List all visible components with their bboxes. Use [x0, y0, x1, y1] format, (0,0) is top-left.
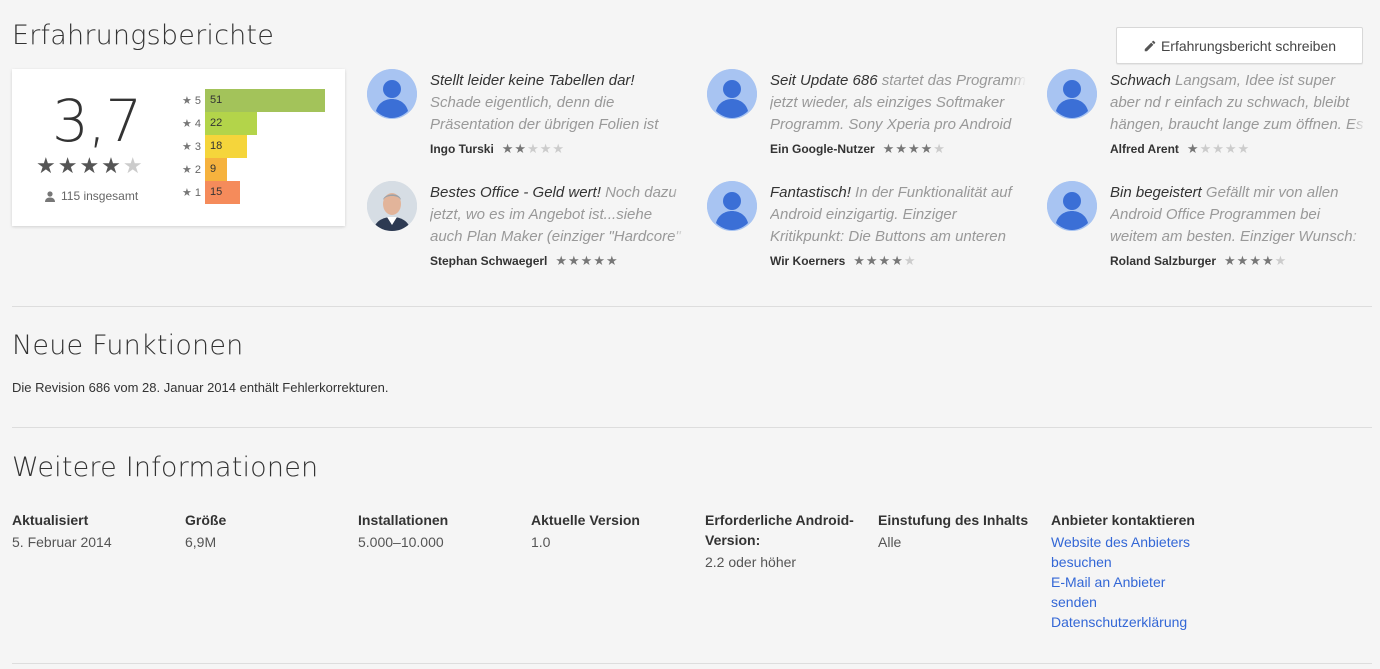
review-stars: ★★★★★ [1224, 253, 1288, 268]
default-avatar-icon [367, 69, 417, 119]
review-author: Ein Google-Nutzer ★★★★★ [770, 141, 946, 156]
info-installs: Installationen 5.000–10.000 [358, 512, 449, 550]
review-text: Bestes Office - Geld wert! Noch dazu jet… [430, 182, 686, 248]
write-review-label: Erfahrungsbericht schreiben [1160, 37, 1337, 54]
more-info-title: Weitere Informationen [12, 452, 319, 483]
histogram-row: ★ 3 18 [172, 135, 325, 158]
review-card[interactable]: Seit Update 686 startet das Programm jet… [707, 69, 1032, 169]
divider [12, 306, 1372, 307]
review-author: Alfred Arent ★★★★★ [1110, 141, 1251, 156]
review-stars: ★★★★★ [882, 141, 946, 156]
review-card[interactable]: Stellt leider keine Tabellen dar! Schade… [367, 69, 692, 169]
review-text: Fantastisch! In der Funktionalität auf A… [770, 182, 1026, 248]
review-card[interactable]: Schwach Langsam, Idee ist super aber nd … [1047, 69, 1372, 169]
review-stars: ★★★★★ [555, 253, 619, 268]
review-text: Bin begeistert Gefällt mir von allen And… [1110, 182, 1366, 248]
divider [12, 427, 1372, 428]
reviewer-photo [367, 181, 417, 231]
histogram-bar: 51 [205, 89, 325, 112]
review-text: Schwach Langsam, Idee ist super aber nd … [1110, 70, 1366, 136]
review-card[interactable]: Bestes Office - Geld wert! Noch dazu jet… [367, 181, 692, 281]
review-author: Roland Salzburger ★★★★★ [1110, 253, 1288, 268]
default-avatar-icon [1047, 69, 1097, 119]
info-content-rating: Einstufung des Inhalts Alle [878, 512, 1029, 550]
histogram-row: ★ 4 22 [172, 112, 325, 135]
review-author: Ingo Turski ★★★★★ [430, 141, 566, 156]
reviews-section-title: Erfahrungsberichte [12, 20, 275, 51]
review-title: Bin begeistert [1110, 184, 1202, 201]
histogram-bar: 9 [205, 158, 227, 181]
changelog-text: Die Revision 686 vom 28. Januar 2014 ent… [12, 380, 389, 395]
review-title: Stellt leider keine Tabellen dar! [430, 72, 635, 89]
review-author: Wir Koerners ★★★★★ [770, 253, 917, 268]
histogram-star-label: ★ 4 [181, 118, 201, 130]
total-ratings: 115 insgesamt [45, 189, 138, 203]
histogram-row: ★ 1 15 [172, 181, 325, 204]
default-avatar-icon [1047, 181, 1097, 231]
developer-website-link[interactable]: Website des Anbieters besuchen [1051, 532, 1201, 572]
review-stars: ★★★★★ [1186, 141, 1251, 156]
histogram-bar: 18 [205, 135, 247, 158]
rating-histogram: ★ 5 51 ★ 4 22 ★ 3 18 ★ 2 9 ★ 1 15 [172, 89, 325, 204]
histogram-star-label: ★ 1 [181, 187, 201, 199]
person-icon [45, 190, 55, 202]
review-author: Stephan Schwaegerl ★★★★★ [430, 253, 619, 268]
info-version: Aktuelle Version 1.0 [531, 512, 640, 550]
info-android-version: Erforderliche Android-Version: 2.2 oder … [705, 512, 854, 570]
review-title: Bestes Office - Geld wert! [430, 184, 601, 201]
review-title: Fantastisch! [770, 184, 851, 201]
default-avatar-icon [707, 69, 757, 119]
divider [12, 663, 1372, 664]
histogram-bar: 15 [205, 181, 240, 204]
review-body: Schade eigentlich, denn die Präsentation… [430, 94, 659, 133]
write-review-button[interactable]: Erfahrungsbericht schreiben [1116, 27, 1363, 64]
histogram-row: ★ 5 51 [172, 89, 325, 112]
review-card[interactable]: Fantastisch! In der Funktionalität auf A… [707, 181, 1032, 281]
privacy-policy-link[interactable]: Datenschutzerklärung [1051, 612, 1201, 632]
histogram-star-label: ★ 2 [181, 164, 201, 176]
rating-summary-card: 3,7 ★★★★★ 115 insgesamt ★ 5 51 ★ 4 22 ★ 3 18 ★… [12, 69, 345, 226]
info-contact: Anbieter kontaktieren Website des Anbiet… [1051, 510, 1201, 632]
review-stars: ★★★★★ [501, 141, 566, 156]
review-text: Seit Update 686 startet das Programm jet… [770, 70, 1026, 136]
whats-new-title: Neue Funktionen [12, 330, 244, 361]
average-score: 3,7 [52, 87, 142, 155]
default-avatar-icon [707, 181, 757, 231]
histogram-star-label: ★ 3 [181, 141, 201, 153]
review-title: Seit Update 686 [770, 72, 878, 89]
histogram-row: ★ 2 9 [172, 158, 325, 181]
developer-email-link[interactable]: E-Mail an Anbieter senden [1051, 572, 1201, 612]
info-updated: Aktualisiert 5. Februar 2014 [12, 512, 112, 550]
review-text: Stellt leider keine Tabellen dar! Schade… [430, 70, 686, 136]
histogram-star-label: ★ 5 [181, 95, 201, 107]
review-title: Schwach [1110, 72, 1171, 89]
average-stars: ★★★★★ [36, 153, 145, 178]
info-size: Größe 6,9M [185, 512, 227, 550]
review-card[interactable]: Bin begeistert Gefällt mir von allen And… [1047, 181, 1372, 281]
review-stars: ★★★★★ [853, 253, 917, 268]
histogram-bar: 22 [205, 112, 257, 135]
pencil-icon [1144, 40, 1156, 51]
